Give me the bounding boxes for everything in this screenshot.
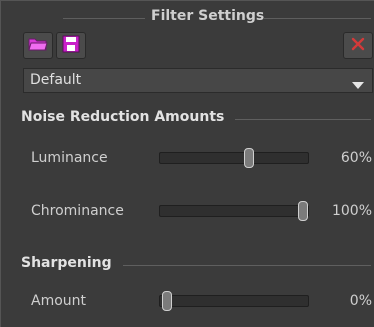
noise-reduction-section-header: Noise Reduction Amounts [21, 109, 371, 129]
panel-title-row: Filter Settings [1, 1, 374, 27]
save-preset-button[interactable] [56, 32, 86, 59]
chrominance-value: 100% [331, 203, 372, 219]
section-divider [123, 265, 371, 266]
panel-title: Filter Settings [151, 8, 265, 24]
save-floppy-icon [62, 35, 80, 57]
luminance-slider[interactable] [159, 148, 309, 168]
amount-slider[interactable] [159, 291, 309, 311]
amount-label: Amount [31, 293, 87, 309]
title-divider-left [63, 18, 145, 19]
luminance-label: Luminance [31, 150, 108, 166]
delete-preset-button[interactable] [343, 32, 373, 59]
chevron-down-icon [352, 78, 364, 94]
section-divider [235, 119, 371, 120]
amount-value: 0% [349, 293, 372, 309]
chrominance-slider-thumb[interactable] [298, 201, 308, 221]
preset-dropdown[interactable]: Default [23, 68, 373, 93]
sharpening-title: Sharpening [21, 255, 112, 271]
folder-open-icon [28, 36, 48, 56]
amount-slider-thumb[interactable] [162, 291, 172, 311]
chrominance-slider[interactable] [159, 201, 309, 221]
filter-settings-panel: Filter Settings Default Noise Reduction … [0, 0, 374, 327]
title-divider-right [263, 18, 371, 19]
noise-reduction-title: Noise Reduction Amounts [21, 109, 225, 125]
luminance-value: 60% [340, 150, 372, 166]
chrominance-label: Chrominance [31, 203, 124, 219]
close-x-icon [350, 36, 366, 56]
sharpening-section-header: Sharpening [21, 255, 371, 275]
preset-value: Default [30, 72, 82, 88]
open-preset-button[interactable] [23, 32, 53, 59]
luminance-slider-thumb[interactable] [244, 148, 254, 168]
